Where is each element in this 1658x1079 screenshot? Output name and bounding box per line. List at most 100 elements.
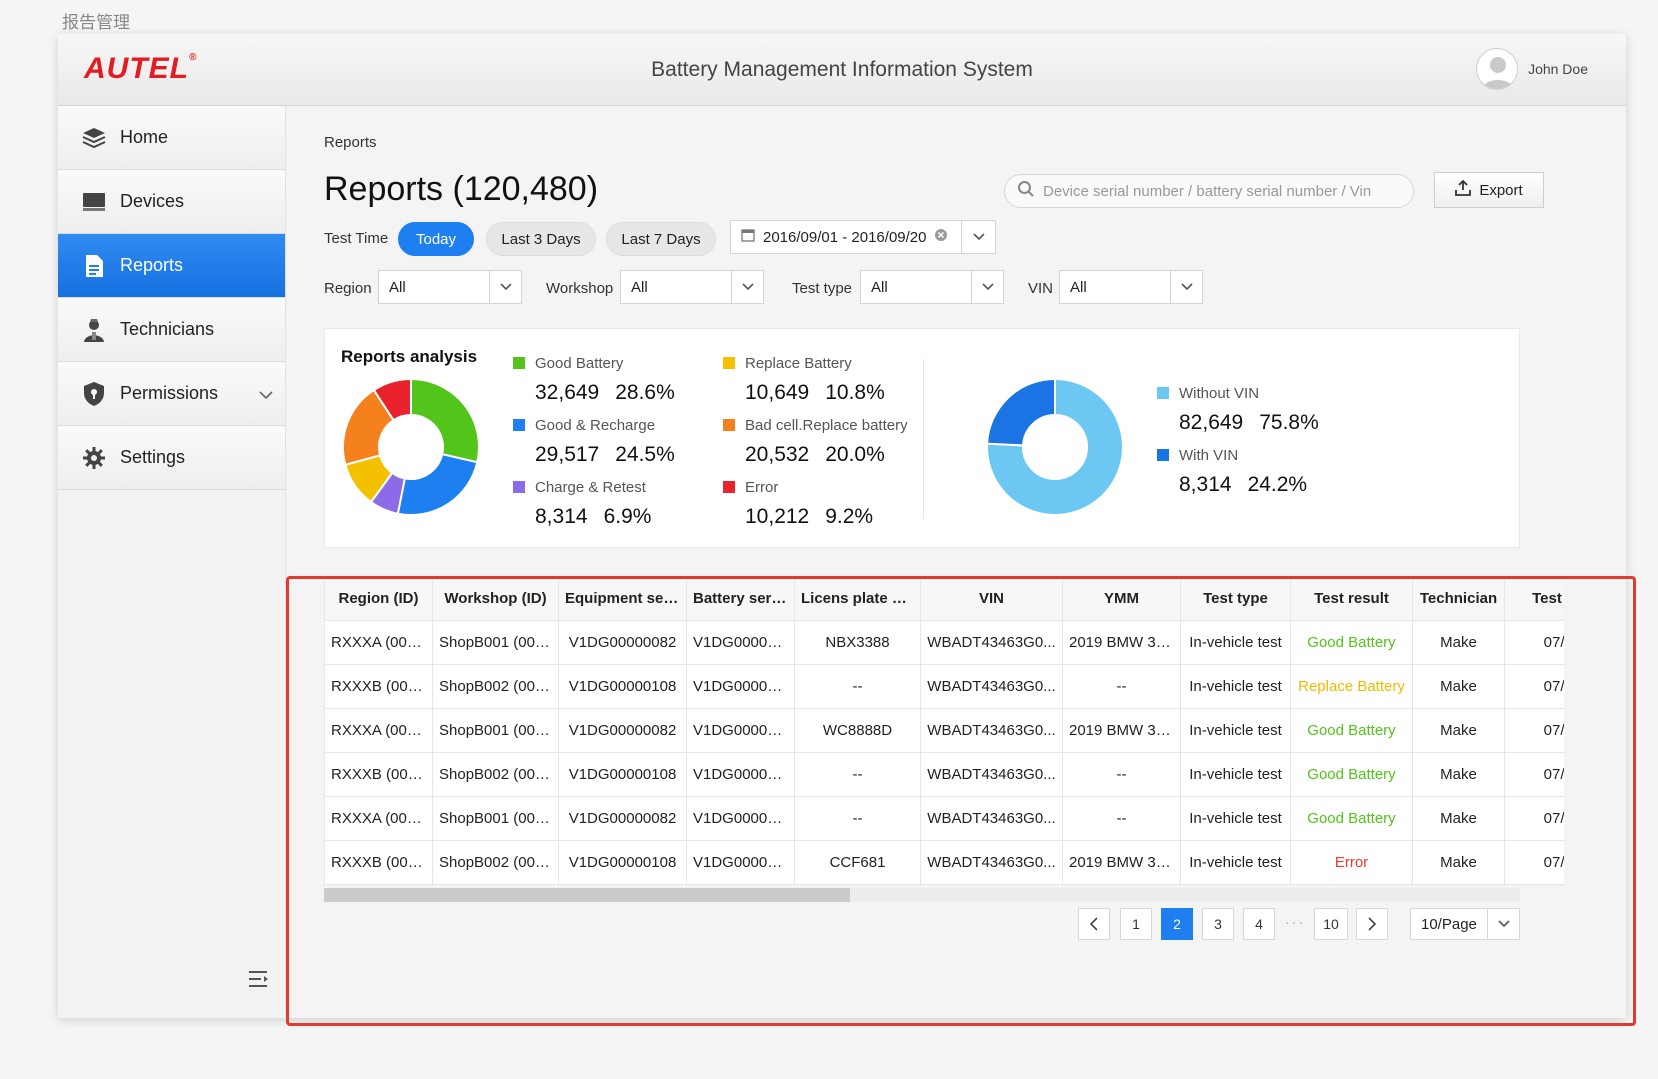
page-10-button[interactable]: 10 <box>1314 908 1348 940</box>
table-header-cell[interactable]: Test result <box>1290 576 1413 621</box>
table-cell: V1DG00000... <box>686 620 795 665</box>
sidebar-item-devices[interactable]: Devices <box>58 170 285 234</box>
gear-icon <box>80 444 108 472</box>
test-type-select[interactable]: All <box>860 270 1004 304</box>
time-filter-last-3-days[interactable]: Last 3 Days <box>486 222 596 256</box>
device-icon <box>80 188 108 216</box>
legend-count: 29,517 <box>535 443 600 466</box>
table-cell: -- <box>1062 796 1181 841</box>
table-row[interactable]: RXXXA (0001) ShopB001 (0001) V1DG00000082 V… <box>324 620 1564 665</box>
vin-select[interactable]: All <box>1059 270 1203 304</box>
sidebar-item-technicians[interactable]: Technicians <box>58 298 285 362</box>
legend-count: 20,532 <box>745 443 810 466</box>
time-filter-today[interactable]: Today <box>398 222 474 256</box>
sidebar-item-home[interactable]: Home <box>58 106 285 170</box>
legend-bad-cell-replace: Bad cell.Replace battery 20,532 20.0% <box>723 417 908 467</box>
table-row[interactable]: RXXXB (0004) ShopB002 (0002) V1DG00000108 V… <box>324 752 1564 797</box>
donut-slice[interactable] <box>396 452 479 516</box>
next-page-button[interactable] <box>1356 908 1388 940</box>
date-range-picker[interactable]: 2016/09/01 - 2016/09/20 <box>730 220 996 254</box>
table-cell: Replace Battery <box>1290 664 1413 709</box>
donut-slice[interactable] <box>986 377 1056 447</box>
workshop-select[interactable]: All <box>620 270 764 304</box>
table-header-cell[interactable]: YMM <box>1062 576 1181 621</box>
page-3-button[interactable]: 3 <box>1202 908 1234 940</box>
user-avatar-icon[interactable] <box>1476 48 1519 90</box>
legend-name: Bad cell.Replace battery <box>745 417 908 434</box>
page-size-select[interactable]: 10/Page <box>1410 908 1520 940</box>
region-select-value: All <box>389 278 406 296</box>
sidebar-item-settings[interactable]: Settings <box>58 426 285 490</box>
prev-page-button[interactable] <box>1078 908 1110 940</box>
search-icon <box>1017 180 1035 203</box>
test-type-select-value: All <box>871 278 888 296</box>
reports-table: Region (ID) Workshop (ID) Equipment ser...… <box>324 576 1564 885</box>
page-2-button[interactable]: 2 <box>1161 908 1193 940</box>
table-row[interactable]: RXXXA (0003) ShopB001 (0001) V1DG00000082 V… <box>324 708 1564 753</box>
table-header-cell[interactable]: Battery seri... <box>686 576 795 621</box>
legend-charge-retest: Charge & Retest 8,314 6.9% <box>513 479 651 529</box>
horizontal-scrollbar[interactable] <box>324 888 1520 902</box>
page-caption: 报告管理 <box>62 13 130 33</box>
sidebar-item-label: Permissions <box>120 383 219 403</box>
analysis-title: Reports analysis <box>341 347 478 366</box>
legend-without-vin: Without VIN 82,649 75.8% <box>1157 385 1319 435</box>
region-select[interactable]: All <box>378 270 522 304</box>
sidebar-item-permissions[interactable]: Permissions <box>58 362 285 426</box>
table-header-cell[interactable]: Technician <box>1412 576 1505 621</box>
user-menu[interactable]: John Doe <box>1476 48 1588 90</box>
table-row[interactable]: RXXXB (0002) ShopB002 (0002) V1DG00000108 V… <box>324 664 1564 709</box>
scrollbar-thumb[interactable] <box>324 888 851 902</box>
chevron-down-icon[interactable] <box>731 271 763 303</box>
export-button[interactable]: Export <box>1434 172 1544 208</box>
table-cell: Good Battery <box>1290 796 1413 841</box>
table-header-cell[interactable]: Equipment ser... <box>558 576 687 621</box>
chevron-down-icon[interactable] <box>1170 271 1202 303</box>
table-cell: RXXXB (0002) <box>324 664 433 709</box>
collapse-sidebar-icon[interactable] <box>248 969 270 994</box>
legend-error: Error 10,212 9.2% <box>723 479 873 529</box>
legend-swatch <box>1157 387 1169 399</box>
table-cell: In-vehicle test <box>1180 620 1291 665</box>
chevron-down-icon[interactable] <box>259 384 273 405</box>
table-cell: WBADT43463G0... <box>920 620 1063 665</box>
chevron-down-icon[interactable] <box>971 271 1003 303</box>
table-cell: RXXXA (0005) <box>324 796 433 841</box>
chevron-down-icon[interactable] <box>489 271 521 303</box>
sidebar-item-reports[interactable]: Reports <box>58 234 285 298</box>
legend-swatch <box>723 419 735 431</box>
table-cell: -- <box>1062 664 1181 709</box>
table-cell: 2019 BMW 350i <box>1062 620 1181 665</box>
clear-icon[interactable] <box>934 228 948 246</box>
donut-slice[interactable] <box>410 377 480 464</box>
table-cell: V1DG00000... <box>686 796 795 841</box>
table-row[interactable]: RXXXA (0005) ShopB001 (0001) V1DG00000082 V… <box>324 796 1564 841</box>
table-body: RXXXA (0001) ShopB001 (0001) V1DG00000082 V… <box>324 620 1564 885</box>
table-cell: RXXXA (0001) <box>324 620 433 665</box>
user-name[interactable]: John Doe <box>1528 61 1588 77</box>
time-filter-last-7-days[interactable]: Last 7 Days <box>606 222 716 256</box>
legend-count: 82,649 <box>1179 411 1244 434</box>
table-header-cell[interactable]: Test time <box>1504 576 1564 621</box>
search-input[interactable] <box>1043 182 1403 200</box>
table-header-cell[interactable]: Licens plate NO. <box>794 576 921 621</box>
page-4-button[interactable]: 4 <box>1243 908 1275 940</box>
legend-swatch <box>513 419 525 431</box>
search-box[interactable] <box>1004 174 1414 208</box>
vin-donut-chart <box>986 377 1124 516</box>
breadcrumb[interactable]: Reports <box>324 134 377 151</box>
table-header-cell[interactable]: VIN <box>920 576 1063 621</box>
main-content: Reports Reports (120,480) Export Test Ti… <box>286 106 1626 1018</box>
legend-swatch <box>723 357 735 369</box>
table-row[interactable]: RXXXB (0006) ShopB002 (0002) V1DG00000108 V… <box>324 840 1564 885</box>
chevron-down-icon[interactable] <box>961 221 995 253</box>
page-1-button[interactable]: 1 <box>1120 908 1152 940</box>
page-ellipsis[interactable]: ··· <box>1285 914 1305 930</box>
chevron-down-icon[interactable] <box>1487 909 1519 939</box>
test-time-label: Test Time <box>324 230 389 247</box>
table-header-cell[interactable]: Workshop (ID) <box>432 576 559 621</box>
table-cell: Make <box>1412 664 1505 709</box>
table-header-cell[interactable]: Region (ID) <box>324 576 433 621</box>
table-header-cell[interactable]: Test type <box>1180 576 1291 621</box>
table-cell: Good Battery <box>1290 620 1413 665</box>
